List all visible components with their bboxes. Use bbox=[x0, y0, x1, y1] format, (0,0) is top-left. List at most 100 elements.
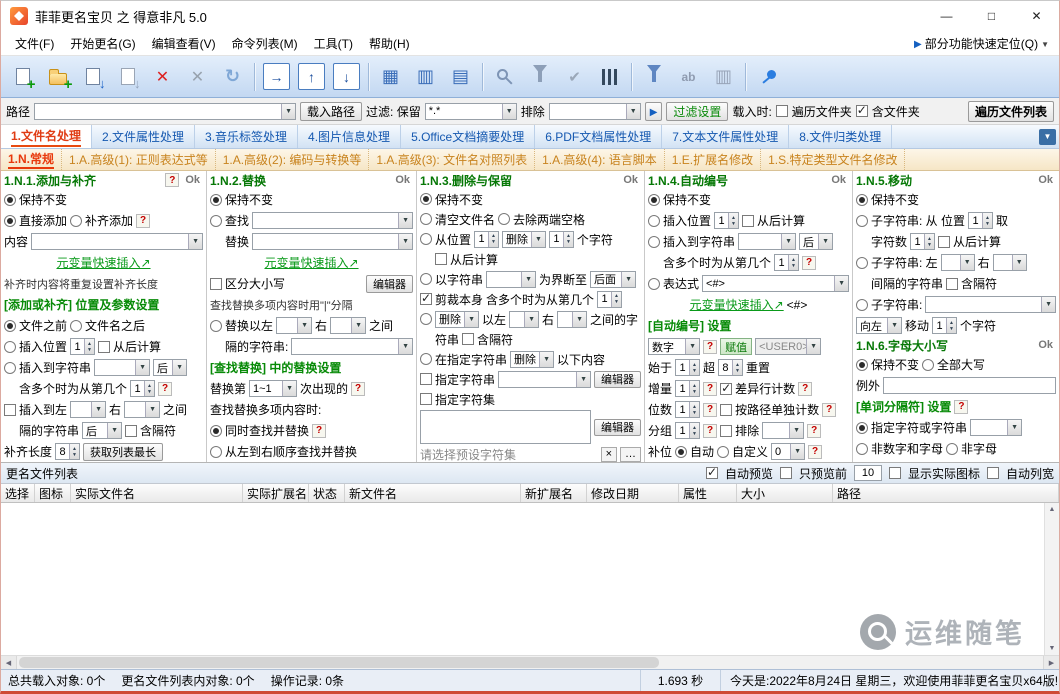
p4-keep-radio[interactable] bbox=[648, 193, 660, 206]
p1-insert-string-radio[interactable] bbox=[4, 361, 16, 374]
p3-at-string-radio[interactable] bbox=[420, 353, 432, 365]
p4-increment-spinner[interactable]: 1 bbox=[675, 380, 700, 397]
p3-trim-radio[interactable] bbox=[498, 213, 511, 225]
preview-count-input[interactable]: 10 bbox=[853, 465, 882, 481]
p1-include-sep-checkbox[interactable] bbox=[125, 424, 138, 437]
p3-charset-editor-button[interactable]: 编辑器 bbox=[594, 418, 641, 436]
subtab-normal[interactable]: 1.N.常规 bbox=[1, 149, 63, 170]
p3-preset-more-button[interactable]: … bbox=[620, 446, 641, 462]
p5-ok-button[interactable]: Ok bbox=[1035, 174, 1056, 186]
p4-expression-radio[interactable] bbox=[648, 277, 660, 290]
tab-office-summary[interactable]: 5.Office文档摘要处理 bbox=[401, 125, 536, 148]
p3-by-string-dropdown[interactable] bbox=[486, 270, 537, 288]
p4-group-help-button[interactable]: ? bbox=[702, 423, 718, 438]
p4-increment-help-button[interactable]: ? bbox=[702, 381, 718, 396]
traverse-folders-checkbox[interactable] bbox=[775, 105, 788, 117]
file-list-body[interactable]: 运维随笔 ▲ ▼ bbox=[1, 503, 1059, 655]
confirm-button[interactable] bbox=[557, 60, 592, 93]
move-up-button[interactable] bbox=[294, 60, 329, 93]
p3-nth-spinner[interactable]: 1 bbox=[597, 290, 622, 308]
p6-keep-radio[interactable] bbox=[856, 358, 868, 371]
p2-between-left-dropdown[interactable] bbox=[276, 317, 313, 334]
column-new-ext[interactable]: 新扩展名 bbox=[521, 484, 587, 502]
p4-diff-help-button[interactable]: ? bbox=[798, 381, 813, 396]
p2-meta-insert-link[interactable]: 元变量快速插入↗ bbox=[264, 254, 358, 271]
p5-between-left-dropdown[interactable] bbox=[940, 254, 975, 271]
p6-spec-string-dropdown[interactable] bbox=[970, 419, 1023, 436]
add-folder-button[interactable] bbox=[40, 60, 75, 93]
p5-substr-pos-radio[interactable] bbox=[856, 214, 868, 227]
p4-exclude-help-button[interactable]: ? bbox=[807, 423, 822, 438]
p4-insert-pos-spinner[interactable]: 1 bbox=[714, 212, 739, 229]
tab-filename[interactable]: 1.文件名处理 bbox=[1, 125, 93, 148]
vertical-scrollbar[interactable]: ▲ ▼ bbox=[1044, 503, 1059, 655]
p1-insert-string-dropdown[interactable] bbox=[94, 359, 151, 376]
subtab-special-type[interactable]: 1.S.特定类型文件名修改 bbox=[761, 149, 906, 170]
p3-from-end-checkbox[interactable] bbox=[435, 253, 447, 265]
p4-assign-target-dropdown[interactable]: <USER0> bbox=[755, 338, 822, 355]
column-view-button[interactable] bbox=[373, 60, 408, 93]
load-list-button[interactable] bbox=[75, 60, 110, 93]
p1-ok-button[interactable]: Ok bbox=[182, 174, 203, 186]
p4-meta-insert-link[interactable]: 元变量快速插入↗ bbox=[690, 296, 784, 313]
subtab-regex[interactable]: 1.A.高级(1): 正则表达式等 bbox=[62, 149, 216, 170]
p3-between-right-dropdown[interactable] bbox=[557, 310, 588, 328]
path-combobox[interactable] bbox=[34, 102, 297, 120]
table-view-button[interactable] bbox=[408, 60, 443, 93]
p2-simultaneous-radio[interactable] bbox=[210, 424, 222, 437]
p4-nth-help-button[interactable]: ? bbox=[801, 255, 817, 270]
p3-include-sep-checkbox[interactable] bbox=[462, 333, 475, 345]
filter-go-button[interactable] bbox=[644, 101, 663, 121]
p1-help-button[interactable]: ? bbox=[165, 173, 180, 187]
p3-preset-clear-button[interactable]: × bbox=[600, 446, 617, 462]
auto-column-width-checkbox[interactable] bbox=[986, 467, 999, 479]
p4-insert-string-radio[interactable] bbox=[648, 235, 660, 248]
p1-separator-dropdown[interactable]: 后 bbox=[82, 422, 123, 439]
p6-spec-string-radio[interactable] bbox=[856, 421, 868, 434]
p1-nth-help-button[interactable]: ? bbox=[157, 381, 173, 396]
p4-after-dropdown[interactable]: 后 bbox=[799, 233, 834, 250]
p6-non-alnum-radio[interactable] bbox=[856, 442, 868, 455]
p1-after-name-radio[interactable] bbox=[70, 319, 83, 332]
show-real-icon-checkbox[interactable] bbox=[888, 467, 901, 479]
p4-per-path-checkbox[interactable] bbox=[720, 403, 733, 416]
scroll-left-icon[interactable]: ◀ bbox=[1, 656, 17, 669]
menu-help[interactable]: 帮助(H) bbox=[361, 32, 418, 55]
traverse-list-button[interactable]: 遍历文件列表 bbox=[967, 100, 1054, 122]
column-select[interactable]: 选择 bbox=[1, 484, 35, 502]
p4-group-spinner[interactable]: 1 bbox=[675, 422, 700, 439]
p3-editor-button[interactable]: 编辑器 bbox=[594, 370, 641, 388]
p5-include-sep-checkbox[interactable] bbox=[946, 277, 959, 290]
p2-between-right-dropdown[interactable] bbox=[330, 317, 367, 334]
subtab-mapping-list[interactable]: 1.A.高级(3): 文件名对照列表 bbox=[369, 149, 536, 170]
p2-simultaneous-help-button[interactable]: ? bbox=[312, 423, 327, 438]
column-real-ext[interactable]: 实际扩展名 bbox=[243, 484, 309, 502]
p5-from-end-checkbox[interactable] bbox=[937, 235, 950, 248]
p4-fill-auto-radio[interactable] bbox=[675, 445, 688, 458]
column-modified-date[interactable]: 修改日期 bbox=[587, 484, 679, 502]
p4-fill-custom-radio[interactable] bbox=[717, 445, 730, 458]
p2-find-radio[interactable] bbox=[210, 214, 222, 227]
p2-find-dropdown[interactable] bbox=[252, 212, 413, 229]
p4-start-spinner[interactable]: 1 bbox=[675, 359, 700, 376]
p3-between-radio[interactable] bbox=[420, 313, 432, 325]
p1-between-left-dropdown[interactable] bbox=[70, 401, 107, 418]
p4-fill-help-button[interactable]: ? bbox=[808, 444, 823, 459]
p4-number-type-dropdown[interactable]: 数字 bbox=[648, 338, 700, 355]
refresh-button[interactable] bbox=[215, 60, 250, 93]
quick-locate-control[interactable]: 部分功能快速定位(Q) bbox=[914, 35, 1053, 52]
p4-digits-help-button[interactable]: ? bbox=[702, 402, 718, 417]
remove-all-button[interactable] bbox=[180, 60, 215, 93]
p3-ok-button[interactable]: Ok bbox=[620, 174, 641, 186]
p4-digits-spinner[interactable]: 1 bbox=[675, 401, 700, 418]
p5-pos-spinner[interactable]: 1 bbox=[968, 212, 993, 229]
p2-keep-radio[interactable] bbox=[210, 193, 222, 206]
tab-classify[interactable]: 8.文件归类处理 bbox=[789, 125, 893, 148]
p2-nth-help-button[interactable]: ? bbox=[351, 381, 366, 396]
maximize-button[interactable]: □ bbox=[969, 1, 1014, 31]
p6-ok-button[interactable]: Ok bbox=[1035, 339, 1056, 351]
column-attributes[interactable]: 属性 bbox=[679, 484, 737, 502]
p4-exclude-dropdown[interactable] bbox=[762, 422, 805, 439]
p4-insert-pos-radio[interactable] bbox=[648, 214, 660, 227]
p2-ok-button[interactable]: Ok bbox=[392, 174, 413, 186]
